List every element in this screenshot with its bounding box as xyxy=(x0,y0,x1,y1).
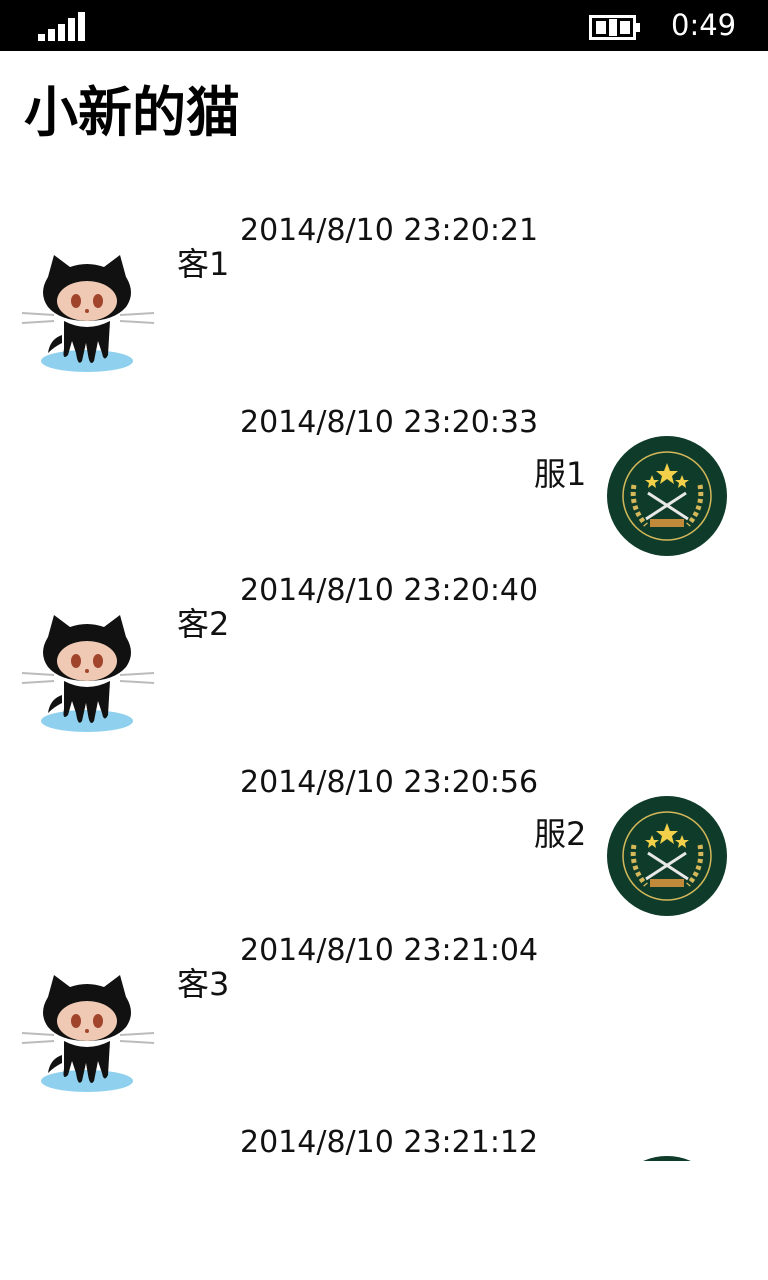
university-emblem-avatar-icon xyxy=(606,795,728,917)
octocat-avatar-icon xyxy=(14,963,160,1109)
message-timestamp: 2014/8/10 23:21:04 xyxy=(240,933,539,968)
octocat-avatar-icon xyxy=(14,243,160,389)
octocat-avatar-icon xyxy=(14,181,160,187)
battery-charging-icon xyxy=(589,15,641,40)
message-text: 客2 xyxy=(177,605,230,643)
message-text: 客3 xyxy=(177,965,230,1003)
status-bar: 0:49 xyxy=(0,0,768,51)
message-text: 服1 xyxy=(534,455,587,493)
university-emblem-avatar-icon xyxy=(606,1155,728,1161)
page-title: 小新的猫 xyxy=(24,81,240,144)
signal-strength-icon xyxy=(38,12,86,41)
message-timestamp: 2014/8/10 23:20:40 xyxy=(240,573,539,608)
status-time: 0:49 xyxy=(671,8,737,42)
message-timestamp: 2014/8/10 23:20:33 xyxy=(240,405,539,440)
chat-message-list[interactable]: 2014/8/10 23:20:21 客1 2014/8/10 23:20:33… xyxy=(0,181,768,1161)
message-timestamp: 2014/8/10 23:21:12 xyxy=(240,1125,539,1160)
message-timestamp: 2014/8/10 23:20:21 xyxy=(240,213,539,248)
octocat-avatar-icon xyxy=(14,603,160,749)
message-timestamp: 2014/8/10 23:20:56 xyxy=(240,765,539,800)
message-text: 服2 xyxy=(534,815,587,853)
university-emblem-avatar-icon xyxy=(606,435,728,557)
message-text: 客1 xyxy=(177,245,230,283)
